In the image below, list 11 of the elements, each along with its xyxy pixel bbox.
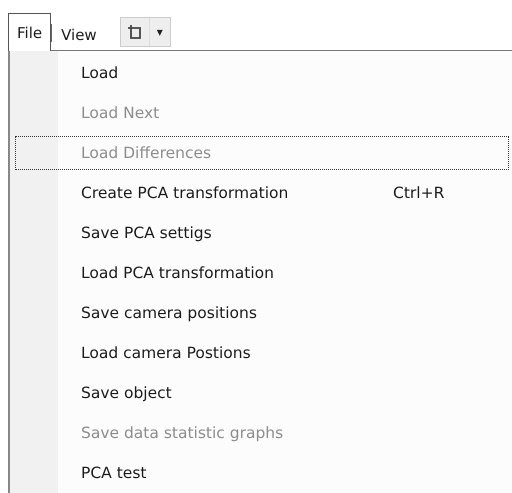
menu-item[interactable]: Save object [58, 373, 512, 413]
menu-tab[interactable]: File [8, 13, 52, 51]
menu-item[interactable]: PCA test [58, 453, 512, 493]
menu-item[interactable]: Load [58, 53, 512, 93]
menu-item[interactable]: Create PCA transformation Ctrl+R [58, 173, 512, 213]
menu-item[interactable]: Save PCA settigs [58, 213, 512, 253]
toolbar-dropdown-button[interactable]: ▾ [120, 17, 171, 47]
menu-item[interactable]: Save camera positions [58, 293, 512, 333]
menu-item[interactable]: Load camera Postions [58, 333, 512, 373]
crop-icon [126, 24, 143, 40]
menu-item[interactable]: Load PCA transformation [58, 253, 512, 293]
